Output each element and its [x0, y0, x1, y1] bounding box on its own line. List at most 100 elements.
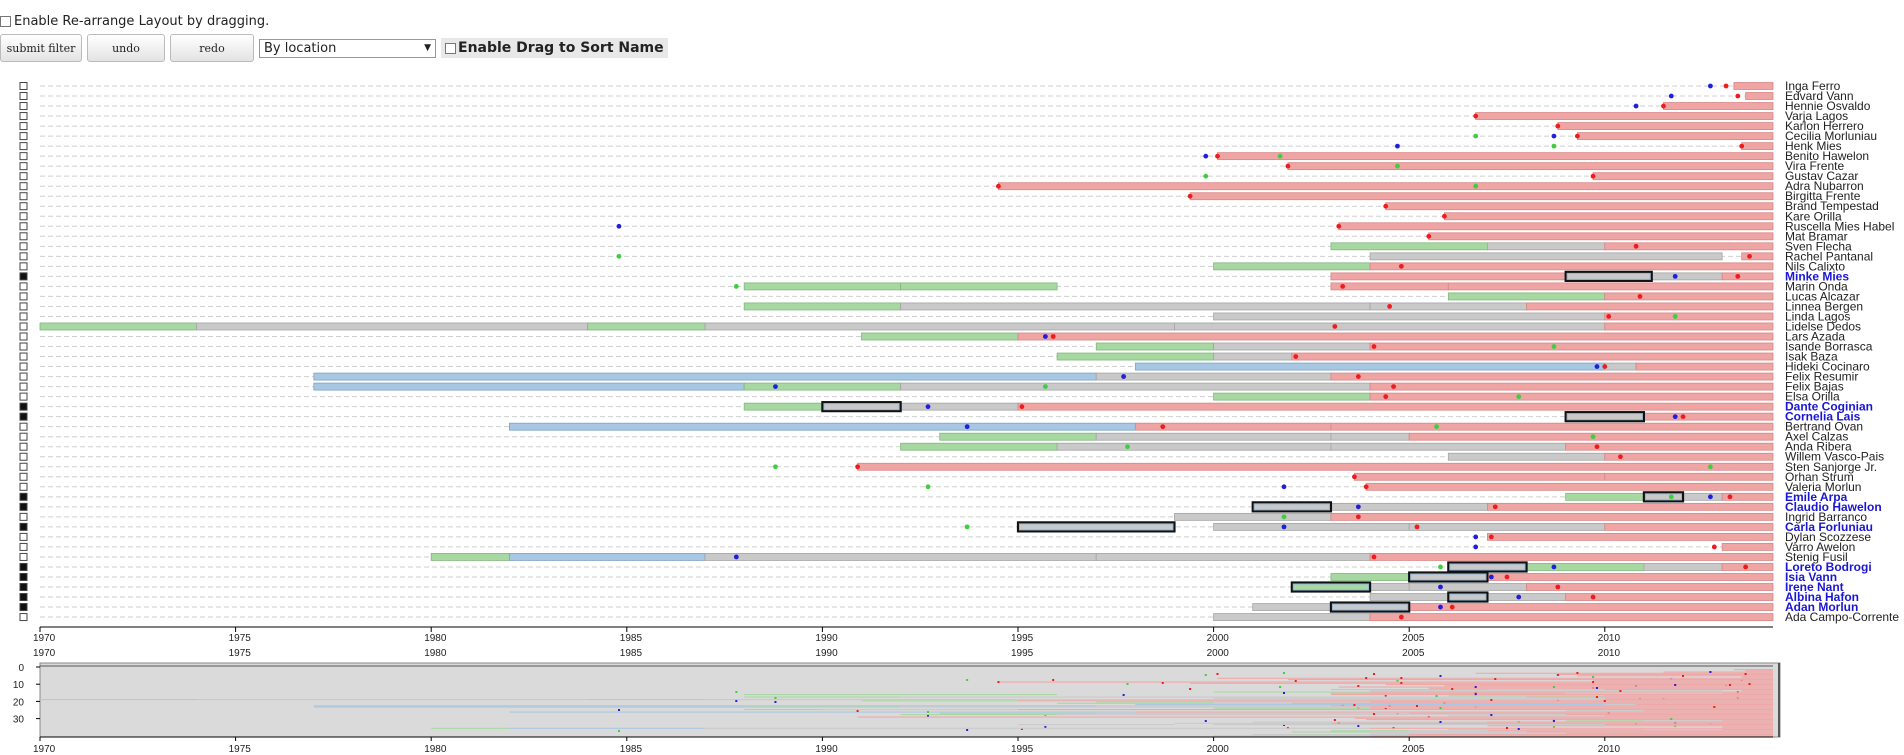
- period-bar[interactable]: [1252, 603, 1332, 611]
- period-bar[interactable]: [1213, 342, 1371, 351]
- period-bar[interactable]: [1577, 132, 1774, 141]
- period-bar[interactable]: [1487, 593, 1567, 601]
- row-select-checkbox[interactable]: [19, 512, 28, 521]
- period-bar[interactable]: [1056, 442, 1332, 451]
- row-select-checkbox[interactable]: [19, 262, 28, 271]
- period-bar[interactable]: [1604, 292, 1774, 301]
- row-select-checkbox[interactable]: [19, 422, 28, 431]
- period-bar[interactable]: [587, 322, 706, 331]
- person-row[interactable]: Benito Hawelon: [19, 149, 1869, 163]
- period-bar[interactable]: [1213, 312, 1606, 321]
- period-bar[interactable]: [1095, 372, 1332, 381]
- period-bar[interactable]: [1487, 242, 1606, 251]
- period-bar[interactable]: [39, 322, 197, 331]
- row-select-checkbox[interactable]: [19, 342, 28, 351]
- row-select-checkbox[interactable]: [19, 82, 28, 90]
- period-bar[interactable]: [1526, 563, 1645, 571]
- period-bar[interactable]: [1565, 492, 1645, 501]
- person-row[interactable]: Loreto Bodrogi: [19, 560, 1872, 574]
- period-bar[interactable]: [1330, 242, 1488, 251]
- period-bar[interactable]: [900, 402, 1019, 411]
- period-bar[interactable]: [1487, 573, 1774, 581]
- person-row[interactable]: Vira Frente: [19, 159, 1844, 173]
- period-bar[interactable]: [1291, 583, 1371, 591]
- period-bar[interactable]: [1017, 332, 1774, 341]
- period-bar[interactable]: [1369, 252, 1723, 261]
- row-select-checkbox[interactable]: [19, 152, 28, 161]
- period-bar[interactable]: [1682, 492, 1723, 501]
- period-bar[interactable]: [313, 382, 745, 391]
- period-bar[interactable]: [1604, 522, 1774, 531]
- period-bar[interactable]: [1017, 402, 1774, 411]
- period-bar[interactable]: [1651, 272, 1723, 281]
- person-row[interactable]: Cornelia Lais: [19, 410, 1861, 424]
- period-bar[interactable]: [1408, 522, 1606, 531]
- period-bar[interactable]: [1604, 472, 1774, 481]
- period-bar[interactable]: [1369, 593, 1449, 601]
- period-bar[interactable]: [1369, 392, 1774, 401]
- person-name[interactable]: Ada Campo-Corrente: [1785, 610, 1899, 624]
- person-row[interactable]: Ada Campo-Corrente: [19, 610, 1899, 624]
- person-row[interactable]: Dylan Scozzese: [19, 530, 1871, 544]
- person-row[interactable]: Isande Borrasca: [19, 340, 1873, 354]
- person-row[interactable]: Ruscella Mies Habel: [19, 219, 1894, 233]
- period-bar[interactable]: [1443, 212, 1774, 221]
- person-row[interactable]: Adan Morlun: [19, 600, 1858, 614]
- period-bar[interactable]: [939, 432, 1097, 441]
- period-bar[interactable]: [1189, 192, 1774, 201]
- period-bar[interactable]: [1213, 392, 1371, 401]
- period-bar[interactable]: [1526, 302, 1774, 311]
- row-select-checkbox[interactable]: [19, 593, 28, 602]
- period-bar[interactable]: [704, 322, 1175, 331]
- person-row[interactable]: Sven Flecha: [19, 239, 1852, 253]
- row-select-checkbox[interactable]: [19, 462, 28, 471]
- period-bar[interactable]: [430, 553, 510, 561]
- row-select-checkbox[interactable]: [19, 412, 28, 421]
- period-bar[interactable]: [1733, 82, 1774, 90]
- person-row[interactable]: Axel Calzas: [19, 430, 1848, 444]
- period-bar[interactable]: [998, 182, 1774, 191]
- period-bar[interactable]: [1174, 322, 1606, 331]
- row-select-checkbox[interactable]: [19, 142, 28, 151]
- person-row[interactable]: Orhan Strum: [19, 470, 1854, 484]
- person-row[interactable]: Claudio Hawelon: [19, 500, 1882, 514]
- person-row[interactable]: Varro Awelon: [19, 540, 1855, 554]
- person-row[interactable]: Mat Bramar: [19, 229, 1848, 243]
- person-row[interactable]: Karlon Herrero: [19, 119, 1864, 133]
- person-row[interactable]: Inga Ferro: [19, 79, 1841, 93]
- period-bar[interactable]: [861, 332, 1019, 341]
- row-select-checkbox[interactable]: [19, 492, 28, 501]
- period-bar[interactable]: [1604, 312, 1774, 321]
- person-row[interactable]: Edvard Vann: [19, 89, 1854, 103]
- row-select-checkbox[interactable]: [19, 402, 28, 411]
- row-select-checkbox[interactable]: [19, 212, 28, 221]
- period-bar[interactable]: [1330, 372, 1774, 381]
- row-select-checkbox[interactable]: [19, 532, 28, 541]
- row-select-checkbox[interactable]: [19, 392, 28, 401]
- person-row[interactable]: Valeria Morlun: [19, 480, 1861, 494]
- overview-panel[interactable]: 0 10 20 30 1970 1975 1980 1985 1990 1995 2000 2005 2…: [13, 662, 1781, 755]
- period-bar[interactable]: [743, 402, 823, 411]
- period-bar[interactable]: [1213, 522, 1410, 531]
- row-select-checkbox[interactable]: [19, 122, 28, 131]
- period-bar[interactable]: [1217, 152, 1774, 161]
- period-bar[interactable]: [900, 382, 1371, 391]
- row-select-checkbox[interactable]: [19, 292, 28, 301]
- row-select-checkbox[interactable]: [19, 472, 28, 481]
- row-select-checkbox[interactable]: [19, 282, 28, 291]
- period-bar[interactable]: [1447, 563, 1527, 571]
- row-select-checkbox[interactable]: [19, 172, 28, 181]
- period-bar[interactable]: [1447, 452, 1606, 461]
- row-select-checkbox[interactable]: [19, 252, 28, 261]
- period-bar[interactable]: [1369, 613, 1774, 621]
- period-bar[interactable]: [1408, 583, 1527, 591]
- period-bar[interactable]: [1663, 102, 1774, 110]
- row-select-checkbox[interactable]: [19, 312, 28, 321]
- period-bar[interactable]: [900, 442, 1058, 451]
- row-select-checkbox[interactable]: [19, 222, 28, 231]
- row-select-checkbox[interactable]: [19, 522, 28, 531]
- row-select-checkbox[interactable]: [19, 442, 28, 451]
- person-row[interactable]: Rachel Pantanal: [19, 249, 1873, 263]
- period-bar[interactable]: [743, 382, 902, 391]
- period-bar[interactable]: [1741, 252, 1774, 261]
